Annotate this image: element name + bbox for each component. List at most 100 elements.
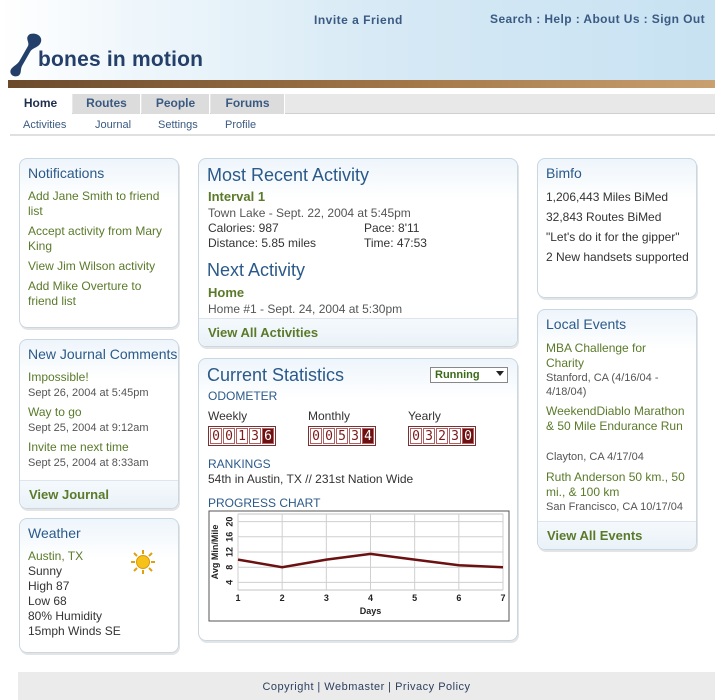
rankings-label: RANKINGS <box>208 457 271 471</box>
chevron-down-icon <box>496 371 504 376</box>
weather-panel: Weather Austin, TX Sunny High 87 Low 68 … <box>19 518 179 653</box>
event-meta: San Francisco, CA 10/17/04 <box>546 501 683 513</box>
invite-friend-link[interactable]: Invite a Friend <box>314 13 403 27</box>
odometer-digit: 4 <box>362 428 374 444</box>
sign-out-link[interactable]: Sign Out <box>652 12 705 26</box>
tab-people[interactable]: People <box>142 94 210 114</box>
next-activity-where: Home #1 - Sept. 24, 2004 at 5:30pm <box>208 302 403 316</box>
x-tick-label: 6 <box>456 593 461 603</box>
odometer-digit: 6 <box>262 428 274 444</box>
page-footer: Copyright | Webmaster | Privacy Policy <box>18 672 715 700</box>
journal-title: New Journal Comments <box>28 346 178 362</box>
next-activity-link[interactable]: Home <box>208 285 244 300</box>
x-axis-label: Days <box>360 606 382 616</box>
subnav-activities[interactable]: Activities <box>23 119 66 131</box>
site-header: Invite a Friend Search : Help : About Us… <box>0 0 715 88</box>
weather-title: Weather <box>28 525 81 541</box>
journal-comment-link[interactable]: Way to go <box>28 405 82 420</box>
journal-comment-date: Sept 25, 2004 at 8:33am <box>28 457 149 469</box>
x-tick-label: 4 <box>368 593 373 603</box>
notification-item[interactable]: Add Jane Smith to friend list <box>28 189 173 219</box>
tab-forums[interactable]: Forums <box>211 94 285 114</box>
odometer-digit: 0 <box>462 428 474 444</box>
about-us-link[interactable]: About Us <box>583 12 640 26</box>
logo-text: bones in motion <box>38 48 204 71</box>
site-logo[interactable]: bones in motion <box>8 32 208 78</box>
top-bar: Invite a Friend Search : Help : About Us… <box>0 8 715 28</box>
rankings-text: 54th in Austin, TX // 231st Nation Wide <box>208 472 414 486</box>
progress-chart: 1 2 3 4 5 6 748121620DaysAvg Min/Mile <box>208 510 510 622</box>
odometer-digit: 3 <box>349 428 361 444</box>
journal-comment-date: Sept 25, 2004 at 9:12am <box>28 422 149 434</box>
odometer-digit: 0 <box>323 428 335 444</box>
event-link[interactable]: WeekendDiablo Marathon & 50 Mile Enduran… <box>546 404 686 434</box>
odometer-digit: 0 <box>223 428 235 444</box>
recent-calories: Calories: 987 <box>208 221 279 235</box>
main-tabs: Home Routes People Forums <box>10 94 715 114</box>
notification-item[interactable]: Add Mike Overture to friend list <box>28 279 173 309</box>
journal-comment-link[interactable]: Invite me next time <box>28 440 129 455</box>
recent-activity-link[interactable]: Interval 1 <box>208 189 265 204</box>
search-link[interactable]: Search <box>490 12 532 26</box>
journal-panel: New Journal Comments Impossible! Sept 26… <box>19 339 179 509</box>
journal-comment-link[interactable]: Impossible! <box>28 370 89 385</box>
subnav-journal[interactable]: Journal <box>95 119 131 131</box>
weather-condition: Sunny <box>28 564 63 578</box>
weekly-odometer: 00136 <box>208 426 276 446</box>
odometer-digit: 5 <box>336 428 348 444</box>
event-link[interactable]: Ruth Anderson 50 km., 50 mi., & 100 km <box>546 470 686 500</box>
recent-activity-panel: Most Recent Activity Interval 1 Town Lak… <box>198 158 518 347</box>
tab-routes[interactable]: Routes <box>73 94 141 114</box>
progress-chart-label: PROGRESS CHART <box>208 496 321 510</box>
y-axis-label: Avg Min/Mile <box>210 525 220 580</box>
x-tick-label: 1 <box>235 593 240 603</box>
weather-location-link[interactable]: Austin, TX <box>28 549 83 564</box>
recent-activity-title: Most Recent Activity <box>207 165 370 185</box>
y-tick-label: 4 <box>224 580 234 585</box>
recent-distance: Distance: 5.85 miles <box>208 236 317 250</box>
recent-footer: View All Activities <box>199 318 517 346</box>
view-all-activities-link[interactable]: View All Activities <box>208 325 318 340</box>
weekly-label: Weekly <box>208 409 248 423</box>
sub-navigation: Activities Journal Settings Profile <box>10 114 715 136</box>
privacy-policy-link[interactable]: Privacy Policy <box>395 681 470 693</box>
local-events-panel: Local Events MBA Challenge for Charity S… <box>537 309 697 550</box>
copyright-link[interactable]: Copyright <box>262 681 314 693</box>
bimfo-title: Bimfo <box>546 165 582 181</box>
view-all-events-link[interactable]: View All Events <box>547 528 642 543</box>
event-meta: Clayton, CA 4/17/04 <box>546 451 644 463</box>
notification-item[interactable]: View Jim Wilson activity <box>28 259 173 274</box>
weather-humidity: 80% Humidity <box>28 609 103 623</box>
help-link[interactable]: Help <box>544 12 572 26</box>
y-tick-label: 20 <box>224 517 234 527</box>
x-tick-label: 5 <box>412 593 417 603</box>
statistics-title: Current Statistics <box>207 365 345 385</box>
y-tick-label: 16 <box>224 532 234 542</box>
monthly-odometer: 00534 <box>308 426 376 446</box>
webmaster-link[interactable]: Webmaster <box>324 681 385 693</box>
event-link[interactable]: MBA Challenge for Charity <box>546 341 686 371</box>
odometer-label: ODOMETER <box>208 389 278 403</box>
statistics-panel: Current Statistics Running ODOMETER Week… <box>198 358 518 641</box>
tab-home[interactable]: Home <box>10 94 72 114</box>
odometer-digit: 0 <box>410 428 422 444</box>
activity-type-select[interactable]: Running <box>430 367 508 383</box>
subnav-settings[interactable]: Settings <box>158 119 198 131</box>
yearly-odometer: 03230 <box>408 426 476 446</box>
journal-comment-date: Sept 26, 2004 at 5:45pm <box>28 387 149 399</box>
bimfo-quote: "Let's do it for the gipper" <box>546 230 680 244</box>
notifications-panel: Notifications Add Jane Smith to friend l… <box>19 158 179 328</box>
notification-item[interactable]: Accept activity from Mary King <box>28 224 173 254</box>
x-tick-label: 3 <box>324 593 329 603</box>
weather-wind: 15mph Winds SE <box>28 624 121 638</box>
view-journal-link[interactable]: View Journal <box>29 487 109 502</box>
recent-pace: Pace: 8'11 <box>364 221 420 235</box>
events-footer: View All Events <box>538 521 696 549</box>
bimfo-panel: Bimfo 1,206,443 Miles BiMed 32,843 Route… <box>537 158 697 298</box>
header-divider <box>8 80 715 88</box>
subnav-profile[interactable]: Profile <box>225 119 256 131</box>
sun-icon <box>131 550 155 574</box>
odometer-digit: 2 <box>436 428 448 444</box>
odometer-digit: 1 <box>236 428 248 444</box>
recent-activity-where: Town Lake - Sept. 22, 2004 at 5:45pm <box>208 206 411 220</box>
